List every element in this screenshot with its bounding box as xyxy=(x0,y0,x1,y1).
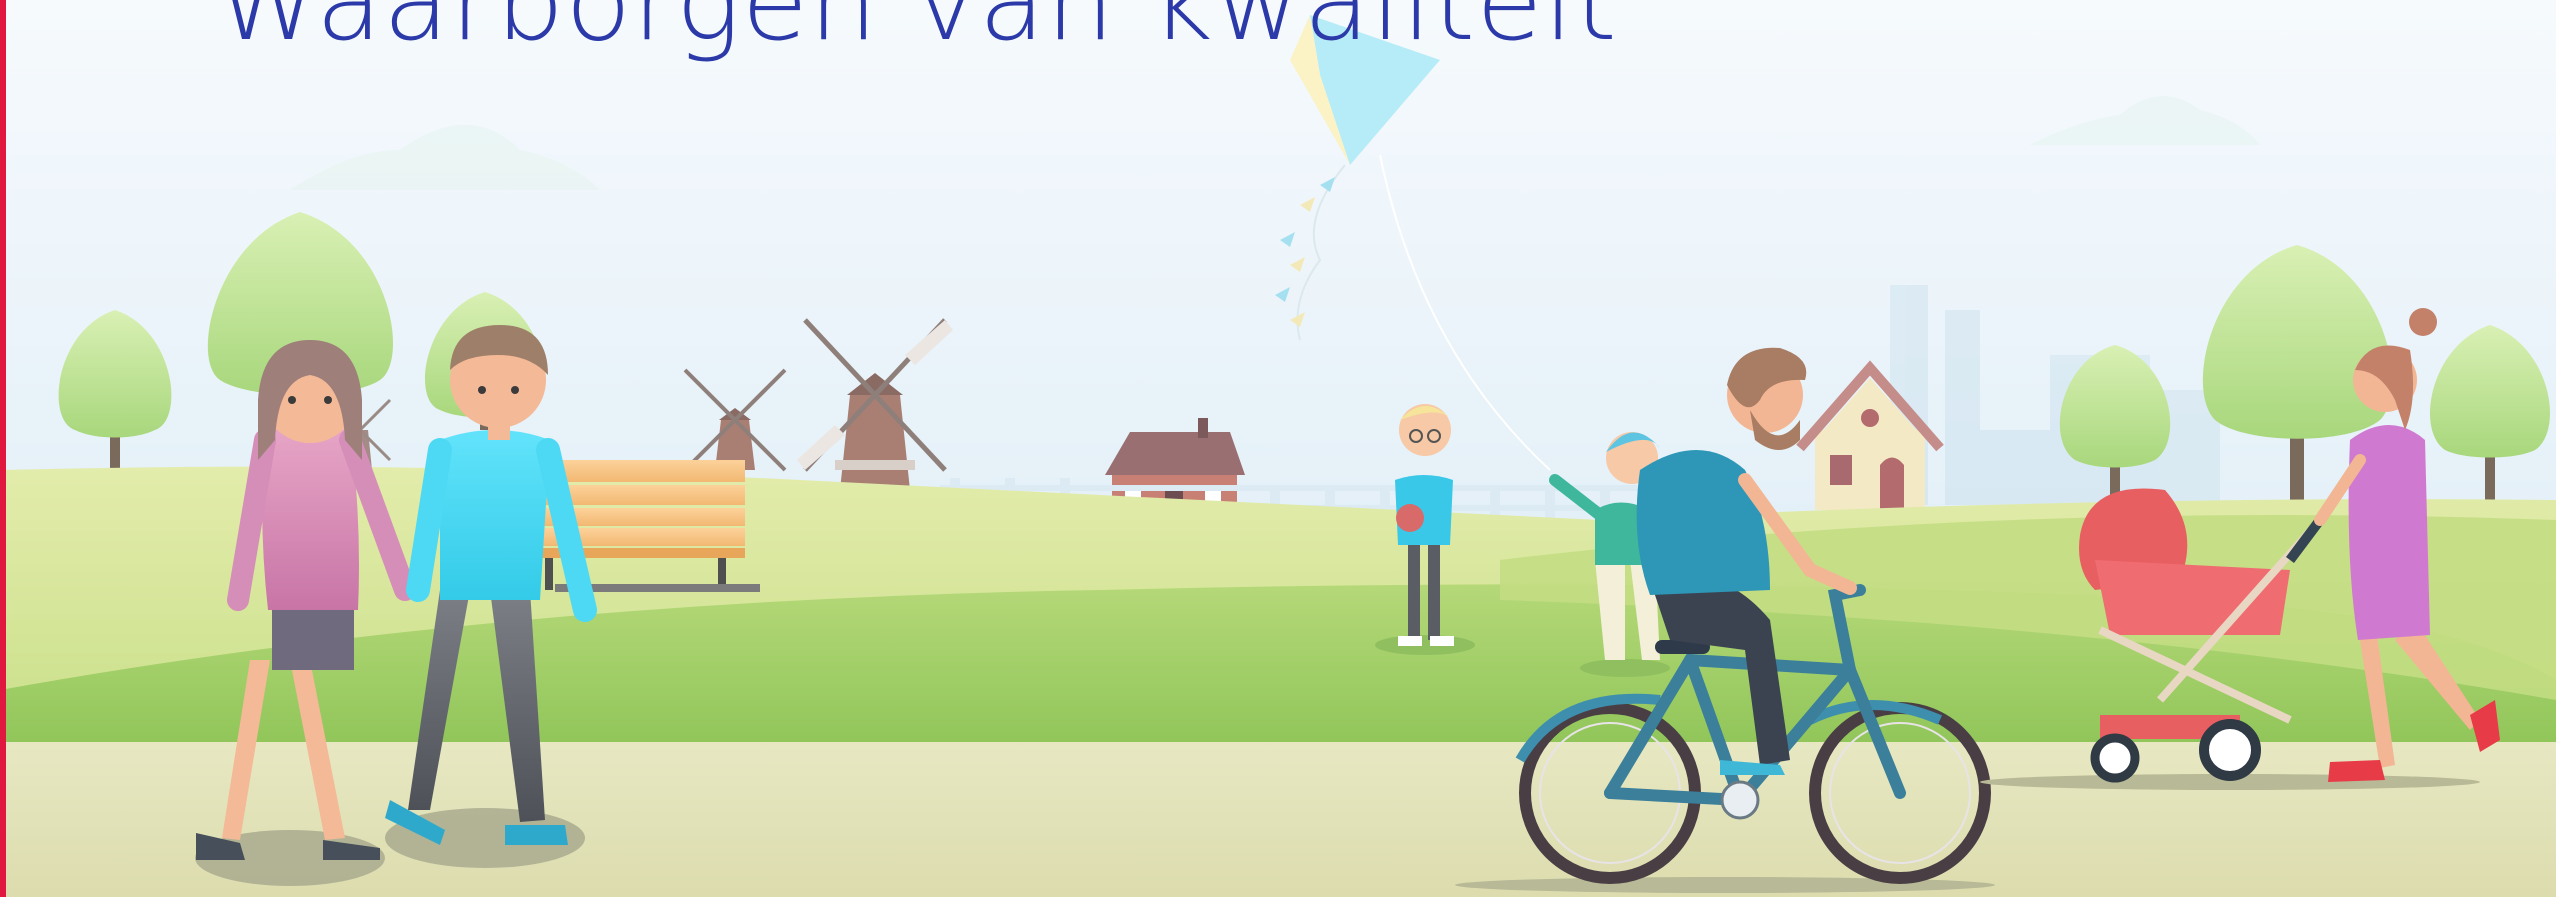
accent-edge xyxy=(0,0,6,897)
park-scene-svg xyxy=(0,0,2556,897)
hero-illustration: Waarborgen van kwaliteit xyxy=(0,0,2556,897)
walking-path xyxy=(0,742,2556,897)
page-title: Waarborgen van kwaliteit xyxy=(215,0,1618,65)
